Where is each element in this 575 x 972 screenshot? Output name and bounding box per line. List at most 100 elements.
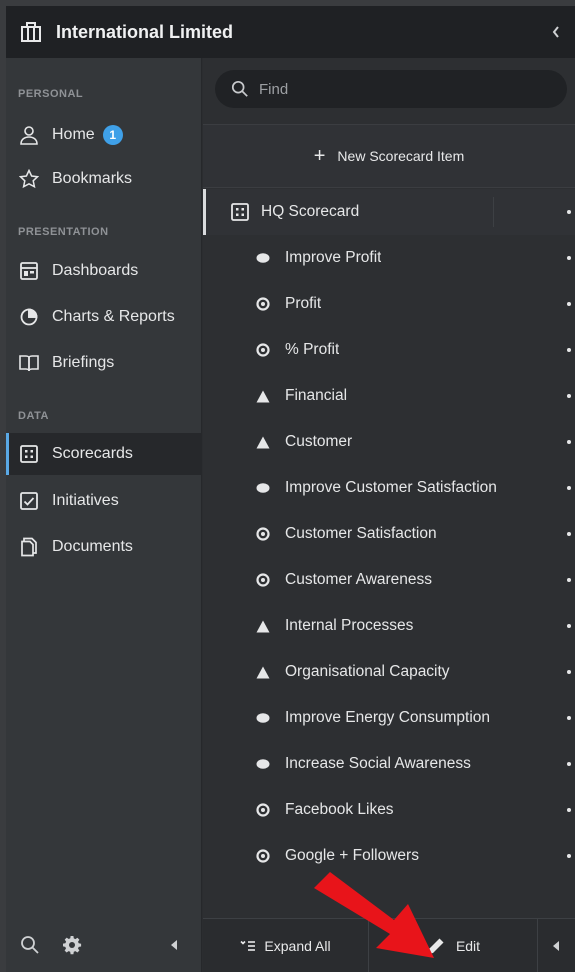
- more-options-icon[interactable]: [567, 348, 571, 352]
- dashboard-icon: [18, 260, 40, 282]
- tree-item[interactable]: Internal Processes: [203, 603, 575, 649]
- sidebar-item-label: Scorecards: [52, 445, 133, 462]
- scorecard-icon: [231, 203, 249, 221]
- more-options-icon[interactable]: [567, 210, 571, 214]
- tree-item[interactable]: Facebook Likes: [203, 787, 575, 833]
- more-options-icon[interactable]: [567, 532, 571, 536]
- sidebar-item-home[interactable]: Home 1: [6, 114, 202, 156]
- notification-badge: 1: [102, 125, 123, 145]
- tree-item[interactable]: % Profit: [203, 327, 575, 373]
- plus-icon: +: [313, 145, 326, 167]
- documents-icon: [18, 536, 40, 558]
- tree-item-label: Facebook Likes: [285, 801, 394, 818]
- tree-item[interactable]: Profit: [203, 281, 575, 327]
- scorecard-tree: HQ Scorecard Improve Profit Profit % Profi…: [203, 189, 575, 879]
- more-options-icon[interactable]: [567, 670, 571, 674]
- tree-item[interactable]: Improve Customer Satisfaction: [203, 465, 575, 511]
- chevron-left-icon: [552, 940, 560, 952]
- tree-item[interactable]: Customer Satisfaction: [203, 511, 575, 557]
- tree-item[interactable]: Customer Awareness: [203, 557, 575, 603]
- tree-item[interactable]: Increase Social Awareness: [203, 741, 575, 787]
- collapse-panel-button[interactable]: [538, 919, 574, 972]
- tree-item-label: Profit: [285, 295, 322, 312]
- book-icon: [18, 352, 40, 374]
- tree-item-label: Customer Awareness: [285, 571, 433, 588]
- search-box[interactable]: [215, 70, 567, 108]
- more-options-icon[interactable]: [567, 578, 571, 582]
- section-label-personal: PERSONAL: [18, 88, 84, 100]
- app-header: International Limited: [6, 6, 575, 58]
- more-options-icon[interactable]: [567, 486, 571, 490]
- tree-item-label: Internal Processes: [285, 617, 414, 634]
- sidebar-item-label: Documents: [52, 538, 133, 555]
- sidebar-item-documents[interactable]: Documents: [6, 526, 202, 568]
- perspective-icon: [255, 388, 271, 404]
- perspective-icon: [255, 618, 271, 634]
- sidebar-item-label: Bookmarks: [52, 170, 133, 187]
- gear-icon[interactable]: [62, 935, 82, 955]
- sidebar-item-bookmarks[interactable]: Bookmarks: [6, 158, 202, 200]
- tree-item[interactable]: Improve Profit: [203, 235, 575, 281]
- perspective-icon: [255, 434, 271, 450]
- objective-icon: [255, 480, 271, 496]
- sidebar-item-scorecards[interactable]: Scorecards: [6, 433, 202, 475]
- tree-item-label: Google + Followers: [285, 847, 419, 864]
- tree-item-label: Increase Social Awareness: [285, 755, 471, 772]
- kpi-icon: [255, 572, 271, 588]
- edit-label: Edit: [455, 937, 481, 954]
- collapse-header-button[interactable]: [547, 22, 565, 42]
- search-icon[interactable]: [20, 935, 40, 955]
- edit-button[interactable]: Edit: [369, 919, 537, 972]
- more-options-icon[interactable]: [567, 440, 571, 444]
- objective-icon: [255, 710, 271, 726]
- sidebar: PERSONAL Home 1 Bookmarks PRESENTATION D…: [6, 58, 202, 972]
- tree-item-label: Organisational Capacity: [285, 663, 450, 680]
- more-options-icon[interactable]: [567, 716, 571, 720]
- divider: [493, 197, 494, 227]
- more-options-icon[interactable]: [567, 808, 571, 812]
- sidebar-item-charts-reports[interactable]: Charts & Reports: [6, 296, 202, 338]
- kpi-icon: [255, 296, 271, 312]
- new-scorecard-item-label: New Scorecard Item: [337, 148, 465, 164]
- expand-all-button[interactable]: Expand All: [203, 919, 368, 972]
- more-options-icon[interactable]: [567, 762, 571, 766]
- sidebar-item-dashboards[interactable]: Dashboards: [6, 250, 202, 292]
- objective-icon: [255, 756, 271, 772]
- collapse-sidebar-icon[interactable]: [170, 939, 178, 951]
- kpi-icon: [255, 526, 271, 542]
- objective-icon: [255, 250, 271, 266]
- more-options-icon[interactable]: [567, 624, 571, 628]
- scorecard-icon: [18, 443, 40, 465]
- sidebar-item-label: Charts & Reports: [52, 308, 175, 325]
- tree-item-label: Customer Satisfaction: [285, 525, 437, 542]
- sidebar-item-label: Dashboards: [52, 262, 139, 279]
- expand-icon: [240, 940, 256, 952]
- main-panel: + New Scorecard Item HQ Scorecard Improv…: [203, 58, 575, 972]
- sidebar-item-label: Home: [52, 126, 95, 143]
- sidebar-item-initiatives[interactable]: Initiatives: [6, 480, 202, 522]
- new-scorecard-item-button[interactable]: + New Scorecard Item: [203, 124, 575, 188]
- search-icon: [231, 80, 249, 98]
- tree-item-label: HQ Scorecard: [261, 203, 360, 220]
- sidebar-item-briefings[interactable]: Briefings: [6, 342, 202, 384]
- tree-item[interactable]: Customer: [203, 419, 575, 465]
- search-input[interactable]: [259, 80, 539, 98]
- more-options-icon[interactable]: [567, 854, 571, 858]
- expand-all-label: Expand All: [264, 937, 331, 954]
- sidebar-footer: [6, 918, 202, 972]
- tree-root-item[interactable]: HQ Scorecard: [203, 189, 575, 235]
- more-options-icon[interactable]: [567, 394, 571, 398]
- pie-chart-icon: [18, 306, 40, 328]
- checkbox-icon: [18, 490, 40, 512]
- more-options-icon[interactable]: [567, 256, 571, 260]
- tree-item[interactable]: Financial: [203, 373, 575, 419]
- pencil-icon: [426, 936, 446, 956]
- more-options-icon[interactable]: [567, 302, 571, 306]
- main-footer: Expand All Edit: [203, 918, 575, 972]
- tree-item-label: Improve Customer Satisfaction: [285, 479, 497, 496]
- tree-item[interactable]: Google + Followers: [203, 833, 575, 879]
- sidebar-item-label: Briefings: [52, 354, 115, 371]
- tree-item[interactable]: Organisational Capacity: [203, 649, 575, 695]
- tree-item-label: Financial: [285, 387, 348, 404]
- tree-item[interactable]: Improve Energy Consumption: [203, 695, 575, 741]
